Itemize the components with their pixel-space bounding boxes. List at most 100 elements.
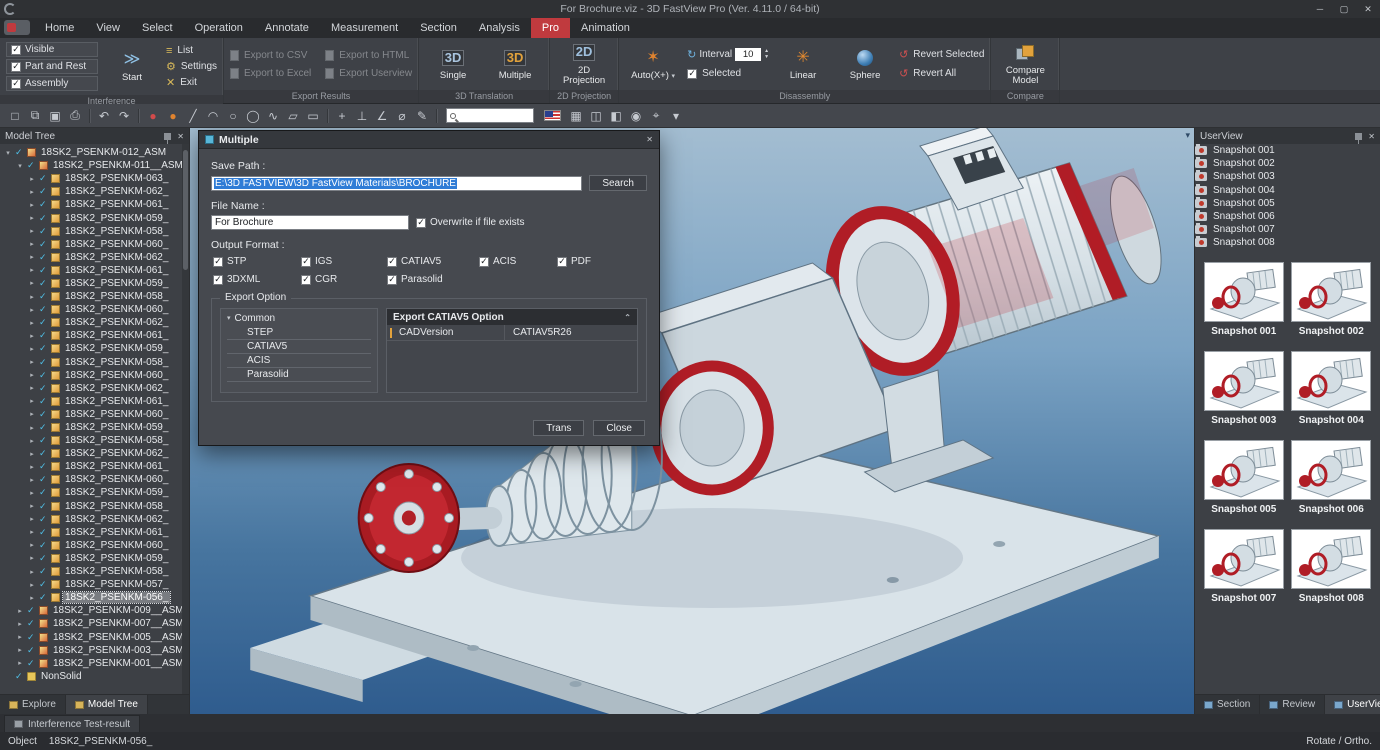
auto-disassembly-button[interactable]: ✶ Auto(X+) ▾ [625, 47, 681, 81]
tree-item[interactable]: ▸ ✓ 18SK2_PSENKM-062_ [2, 251, 181, 264]
close-panel-icon[interactable]: ✕ [177, 132, 184, 141]
check-icon[interactable]: ✓ [27, 618, 36, 629]
expand-arrow-icon[interactable]: ▸ [28, 437, 36, 445]
format-checkbox[interactable]: ✓ ACIS [479, 256, 557, 267]
expand-arrow-icon[interactable]: ▸ [16, 620, 24, 628]
expand-arrow-icon[interactable]: ▸ [28, 410, 36, 418]
expand-arrow-icon[interactable]: ▸ [28, 332, 36, 340]
menu-tab[interactable]: Annotate [254, 18, 320, 38]
check-icon[interactable]: ✓ [39, 383, 48, 394]
save-icon[interactable]: ▣ [46, 107, 64, 125]
tree-item[interactable]: ✓ NonSolid [2, 670, 181, 683]
tree-item[interactable]: ▸ ✓ 18SK2_PSENKM-063_ [2, 172, 181, 185]
interference-checkbox[interactable]: ✓ Visible [6, 42, 98, 57]
linear-button[interactable]: ✳ Linear [775, 47, 831, 81]
angle-icon[interactable]: ∠ [373, 107, 391, 125]
tree-item[interactable]: ▸ ✓ 18SK2_PSENKM-060_ [2, 303, 181, 316]
multiple-button[interactable]: 3D Multiple [487, 47, 543, 81]
snapshot-list-item[interactable]: Snapshot 002 [1195, 157, 1380, 170]
export-option-item[interactable]: CATIAV5 [227, 340, 371, 354]
close-button[interactable]: ✕ [1356, 0, 1380, 18]
check-icon[interactable]: ✓ [27, 632, 36, 643]
check-icon[interactable]: ✓ [39, 566, 48, 577]
tree-item[interactable]: ▸ ✓ 18SK2_PSENKM-007__ASM [2, 617, 181, 630]
expand-arrow-icon[interactable]: ▸ [28, 424, 36, 432]
single-button[interactable]: 3D Single [425, 47, 481, 81]
perpendicular-icon[interactable]: ⊥ [353, 107, 371, 125]
expand-arrow-icon[interactable]: ▸ [28, 476, 36, 484]
expand-arrow-icon[interactable]: ▸ [16, 646, 24, 654]
expand-arrow-icon[interactable]: ▸ [28, 554, 36, 562]
dialog-close-icon[interactable]: ✕ [646, 135, 653, 144]
export-item[interactable]: Export to CSV [230, 47, 311, 63]
check-icon[interactable]: ✓ [39, 317, 48, 328]
expand-arrow-icon[interactable]: ▸ [28, 293, 36, 301]
snapshot-list-item[interactable]: Snapshot 008 [1195, 236, 1380, 249]
check-icon[interactable]: ✓ [39, 226, 48, 237]
tree-item[interactable]: ▸ ✓ 18SK2_PSENKM-061_ [2, 395, 181, 408]
selected-checkbox[interactable]: ✓ Selected [687, 66, 769, 82]
layers-icon[interactable]: ▦ [567, 107, 585, 125]
pin-icon[interactable] [164, 133, 171, 140]
expand-arrow-icon[interactable]: ▸ [28, 266, 36, 274]
check-icon[interactable]: ✓ [39, 199, 48, 210]
format-checkbox[interactable]: ✓ 3DXML [213, 274, 301, 285]
tree-item[interactable]: ▸ ✓ 18SK2_PSENKM-058_ [2, 290, 181, 303]
tree-item[interactable]: ▸ ✓ 18SK2_PSENKM-059_ [2, 211, 181, 224]
tree-item[interactable]: ▸ ✓ 18SK2_PSENKM-061_ [2, 329, 181, 342]
check-icon[interactable]: ✓ [39, 448, 48, 459]
expand-arrow-icon[interactable]: ▸ [16, 607, 24, 615]
expand-arrow-icon[interactable]: ▸ [28, 240, 36, 248]
check-icon[interactable]: ✓ [39, 343, 48, 354]
snapshot-list-item[interactable]: Snapshot 004 [1195, 184, 1380, 197]
polygon-icon[interactable]: ▱ [284, 107, 302, 125]
snapshot-thumbnail[interactable]: Snapshot 007 [1203, 529, 1285, 604]
snapshot-thumbnail[interactable]: Snapshot 005 [1203, 440, 1285, 515]
expand-arrow-icon[interactable]: ▸ [28, 253, 36, 261]
tree-scrollbar[interactable] [182, 144, 189, 694]
expand-arrow-icon[interactable]: ▸ [28, 279, 36, 287]
dialog-title-bar[interactable]: Multiple ✕ [199, 131, 659, 149]
revert-all-button[interactable]: ↺ Revert All [899, 66, 984, 82]
expand-arrow-icon[interactable]: ▸ [28, 450, 36, 458]
check-icon[interactable]: ✓ [39, 213, 48, 224]
check-icon[interactable]: ✓ [39, 461, 48, 472]
tree-item[interactable]: ▸ ✓ 18SK2_PSENKM-059_ [2, 486, 181, 499]
snapshot-list-item[interactable]: Snapshot 006 [1195, 210, 1380, 223]
line-icon[interactable]: ╱ [184, 107, 202, 125]
tree-item[interactable]: ▸ ✓ 18SK2_PSENKM-060_ [2, 408, 181, 421]
tab-model-tree[interactable]: Model Tree [66, 695, 148, 714]
toolbar-search[interactable] [446, 108, 534, 123]
search-button[interactable]: Search [589, 175, 647, 191]
wireframe-icon[interactable]: ◫ [587, 107, 605, 125]
tree-item[interactable]: ▸ ✓ 18SK2_PSENKM-005__ASM [2, 630, 181, 643]
check-icon[interactable]: ✓ [27, 160, 36, 171]
undo-icon[interactable]: ↶ [95, 107, 113, 125]
check-icon[interactable]: ✓ [39, 592, 48, 603]
menu-tab[interactable]: Pro [531, 18, 570, 38]
format-checkbox[interactable]: ✓ STP [213, 256, 301, 267]
snapshot-list-item[interactable]: Snapshot 005 [1195, 197, 1380, 210]
settings-icon[interactable]: ⚙ Settings [166, 59, 217, 75]
menu-tab[interactable]: Measurement [320, 18, 409, 38]
expand-arrow-icon[interactable]: ▸ [28, 371, 36, 379]
check-icon[interactable]: ✓ [39, 501, 48, 512]
print-icon[interactable]: ⎙ [66, 107, 84, 125]
cad-version-row[interactable]: CADVersion CATIAV5R26 [387, 325, 637, 341]
tree-item[interactable]: ▸ ✓ 18SK2_PSENKM-058_ [2, 434, 181, 447]
compare-model-button[interactable]: Compare Model [997, 42, 1053, 87]
rect-icon[interactable]: ▭ [304, 107, 322, 125]
point-orange-icon[interactable]: ● [164, 107, 182, 125]
shaded-icon[interactable]: ◧ [607, 107, 625, 125]
snapshot-thumbnail[interactable]: Snapshot 006 [1291, 440, 1373, 515]
search-input[interactable] [459, 111, 530, 121]
tree-item[interactable]: ▾ ✓ 18SK2_PSENKM-011__ASM [2, 159, 181, 172]
tree-item[interactable]: ▸ ✓ 18SK2_PSENKM-062_ [2, 447, 181, 460]
exit-icon[interactable]: ✕ Exit [166, 75, 217, 91]
overwrite-checkbox[interactable]: ✓ Overwrite if file exists [416, 217, 524, 228]
tree-item[interactable]: ▸ ✓ 18SK2_PSENKM-061_ [2, 264, 181, 277]
snapshot-thumbnail[interactable]: Snapshot 008 [1291, 529, 1373, 604]
check-icon[interactable]: ✓ [39, 330, 48, 341]
close-dialog-button[interactable]: Close [593, 420, 645, 436]
sep[interactable] [433, 107, 440, 125]
